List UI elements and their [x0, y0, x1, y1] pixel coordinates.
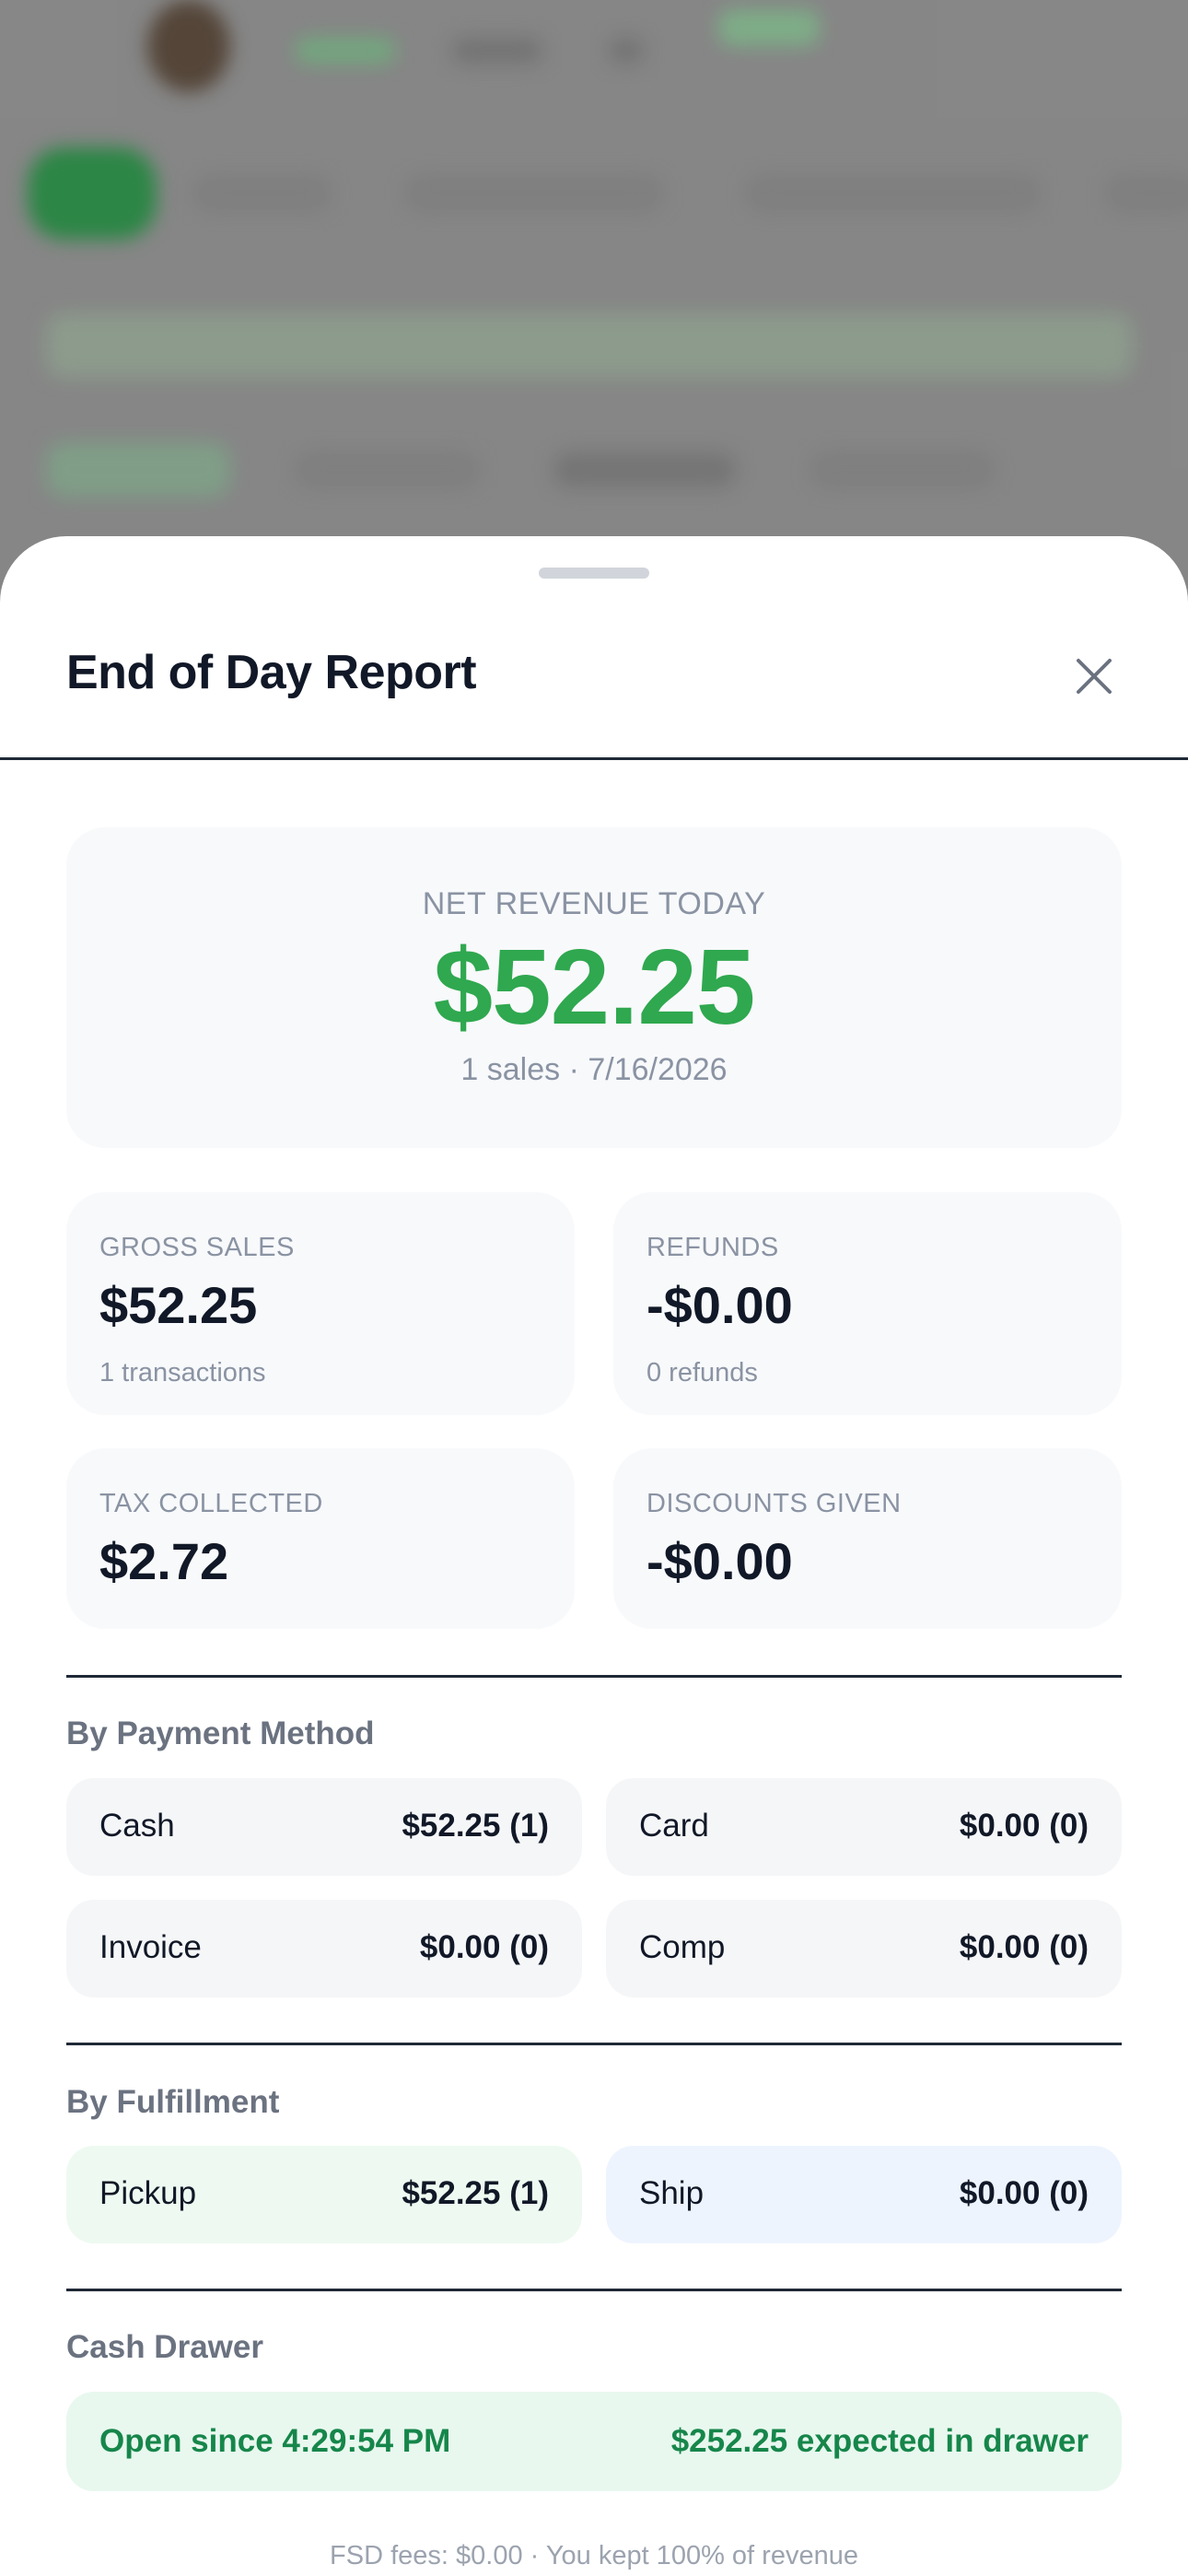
payment-label: Invoice [99, 1929, 202, 1965]
payment-row-cash: Cash $52.25 (1) [66, 1778, 582, 1876]
payment-row-invoice: Invoice $0.00 (0) [66, 1900, 582, 1997]
stat-value: $52.25 [99, 1276, 258, 1334]
gross-sales-card: GROSS SALES $52.25 1 transactions [66, 1192, 575, 1415]
fees-footnote: FSD fees: $0.00 · You kept 100% of reven… [330, 2541, 858, 2570]
sheet-title: End of Day Report [66, 646, 477, 699]
section-divider [66, 1675, 1122, 1678]
fulfillment-label: Ship [639, 2175, 705, 2211]
fulfillment-value: $52.25 (1) [402, 2175, 549, 2211]
stat-value: -$0.00 [646, 1532, 793, 1590]
payment-value: $0.00 (0) [959, 1929, 1089, 1965]
payment-label: Comp [639, 1929, 726, 1965]
payment-method-title: By Payment Method [66, 1715, 375, 1751]
stat-subtext: 1 transactions [99, 1358, 266, 1388]
drawer-open-since: Open since 4:29:54 PM [99, 2423, 451, 2459]
close-button[interactable] [1068, 650, 1120, 702]
payment-row-comp: Comp $0.00 (0) [606, 1900, 1122, 1997]
stat-label: TAX COLLECTED [99, 1489, 323, 1518]
cash-drawer-title: Cash Drawer [66, 2329, 263, 2365]
stat-label: GROSS SALES [99, 1233, 295, 1262]
payment-label: Cash [99, 1808, 175, 1844]
stat-value: $2.72 [99, 1532, 229, 1590]
stat-value: -$0.00 [646, 1276, 793, 1334]
sheet-grabber[interactable] [539, 568, 649, 579]
end-of-day-report-sheet: End of Day Report NET REVENUE TODAY $52.… [0, 536, 1188, 2576]
fulfillment-label: Pickup [99, 2175, 197, 2211]
section-divider [66, 2043, 1122, 2045]
fulfillment-row-ship: Ship $0.00 (0) [606, 2146, 1122, 2243]
net-revenue-value: $52.25 [433, 927, 756, 1047]
fulfillment-value: $0.00 (0) [959, 2175, 1089, 2211]
net-revenue-card: NET REVENUE TODAY $52.25 1 sales · 7/16/… [66, 827, 1122, 1148]
section-divider [66, 2289, 1122, 2291]
stat-subtext: 0 refunds [646, 1358, 758, 1388]
header-divider [0, 757, 1188, 760]
refunds-card: REFUNDS -$0.00 0 refunds [613, 1192, 1122, 1415]
payment-label: Card [639, 1808, 709, 1844]
payment-value: $0.00 (0) [419, 1929, 549, 1965]
payment-value: $52.25 (1) [402, 1808, 549, 1844]
drawer-expected-amount: $252.25 expected in drawer [670, 2423, 1089, 2459]
tax-collected-card: TAX COLLECTED $2.72 [66, 1448, 575, 1629]
discounts-given-card: DISCOUNTS GIVEN -$0.00 [613, 1448, 1122, 1629]
stat-label: DISCOUNTS GIVEN [646, 1489, 902, 1518]
stat-label: REFUNDS [646, 1233, 779, 1262]
net-revenue-label: NET REVENUE TODAY [422, 886, 766, 921]
net-revenue-meta: 1 sales · 7/16/2026 [460, 1052, 728, 1087]
background-app [0, 0, 1188, 590]
close-icon [1077, 659, 1112, 694]
payment-row-card: Card $0.00 (0) [606, 1778, 1122, 1876]
fulfillment-title: By Fulfillment [66, 2084, 280, 2120]
cash-drawer-status: Open since 4:29:54 PM $252.25 expected i… [66, 2392, 1122, 2491]
payment-value: $0.00 (0) [959, 1808, 1089, 1844]
modal-scrim[interactable] [0, 0, 1188, 590]
fulfillment-row-pickup: Pickup $52.25 (1) [66, 2146, 582, 2243]
